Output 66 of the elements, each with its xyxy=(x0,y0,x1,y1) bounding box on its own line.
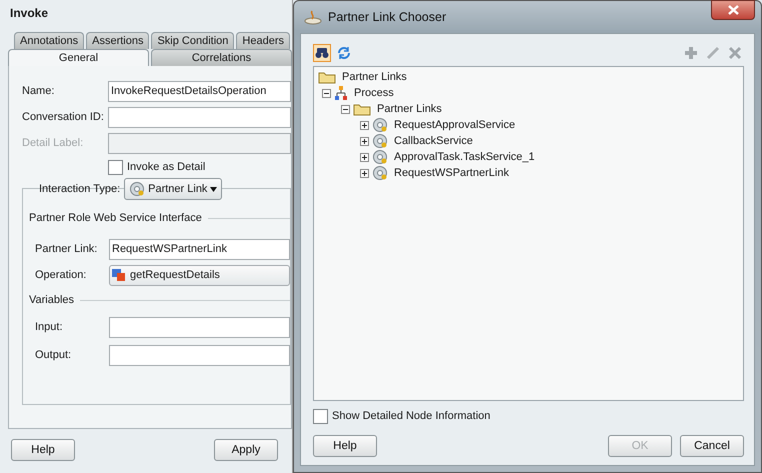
gear-icon xyxy=(372,149,388,165)
dialog-button[interactable]: Help xyxy=(11,439,75,461)
operation-dropdown[interactable]: getRequestDetails xyxy=(109,264,290,286)
section-title: Partner Role Web Service Interface xyxy=(29,212,202,224)
tab[interactable]: General xyxy=(8,49,149,66)
tab[interactable]: Skip Condition xyxy=(151,32,234,49)
tree-item[interactable]: Partner Links xyxy=(377,103,442,115)
expand-icon[interactable] xyxy=(360,168,369,178)
input-field[interactable] xyxy=(109,344,290,366)
checkbox[interactable] xyxy=(108,160,123,174)
tree-item[interactable]: Process xyxy=(354,87,394,99)
tree-item[interactable]: RequestWSPartnerLink xyxy=(394,167,509,179)
field-label: Name: xyxy=(22,85,56,97)
field-label: Input: xyxy=(35,321,64,333)
input-field[interactable]: InvokeRequestDetailsOperation xyxy=(108,80,291,102)
gear-icon xyxy=(129,181,146,197)
close-icon xyxy=(728,5,738,15)
input-field[interactable] xyxy=(108,132,291,154)
checkbox-label: Invoke as Detail xyxy=(127,161,206,173)
plus-icon xyxy=(684,46,698,60)
tree-item[interactable]: Partner Links xyxy=(342,71,407,83)
tree-item[interactable]: RequestApprovalService xyxy=(394,119,516,131)
folder-icon xyxy=(318,70,336,84)
refresh-icon xyxy=(337,46,351,60)
input-field[interactable] xyxy=(109,316,290,338)
close-icon xyxy=(728,46,742,60)
dialog-title: Invoke xyxy=(9,5,50,22)
gear-icon xyxy=(372,117,388,133)
close-button[interactable] xyxy=(711,0,755,20)
expand-icon[interactable] xyxy=(360,152,369,162)
dialog-button[interactable]: Help xyxy=(313,435,377,457)
tab[interactable]: Assertions xyxy=(86,32,150,49)
tab[interactable]: Annotations xyxy=(14,32,84,49)
field-label: Detail Label: xyxy=(22,137,84,149)
field-label: Conversation ID: xyxy=(22,111,105,123)
collapse-icon[interactable] xyxy=(322,88,331,98)
input-field[interactable]: RequestWSPartnerLink xyxy=(109,238,290,260)
expand-icon[interactable] xyxy=(360,136,369,146)
tree-item[interactable]: ApprovalTask.TaskService_1 xyxy=(394,151,535,163)
window-title: Partner Link Chooser xyxy=(328,10,446,24)
folder-icon xyxy=(353,102,371,116)
app-icon xyxy=(304,9,322,25)
expand-icon[interactable] xyxy=(360,120,369,130)
gear-icon xyxy=(372,165,388,181)
tab[interactable]: Correlations xyxy=(151,49,292,66)
gear-icon xyxy=(372,133,388,149)
collapse-icon[interactable] xyxy=(341,104,350,114)
checkbox-label: Show Detailed Node Information xyxy=(332,410,490,422)
dialog-button[interactable]: Cancel xyxy=(680,435,744,457)
input-field[interactable] xyxy=(108,106,291,128)
caret-icon xyxy=(210,186,218,192)
section-title: Variables xyxy=(29,294,74,306)
checkbox[interactable] xyxy=(313,408,328,424)
toolbar-button[interactable] xyxy=(313,44,331,62)
field-label: Operation: xyxy=(35,269,88,281)
tree-item[interactable]: CallbackService xyxy=(394,135,473,147)
hierarchy-icon xyxy=(334,86,348,100)
operation-icon xyxy=(112,269,126,281)
dialog-button[interactable]: Apply xyxy=(214,439,278,461)
binoculars-icon xyxy=(315,47,329,59)
field-label: Interaction Type: xyxy=(39,183,120,195)
field-label: Output: xyxy=(35,349,72,361)
field-label: Partner Link: xyxy=(35,243,98,255)
tab[interactable]: Headers xyxy=(236,32,290,49)
interaction-type-dropdown[interactable]: Partner Link xyxy=(124,178,222,200)
pencil-icon xyxy=(706,46,720,60)
